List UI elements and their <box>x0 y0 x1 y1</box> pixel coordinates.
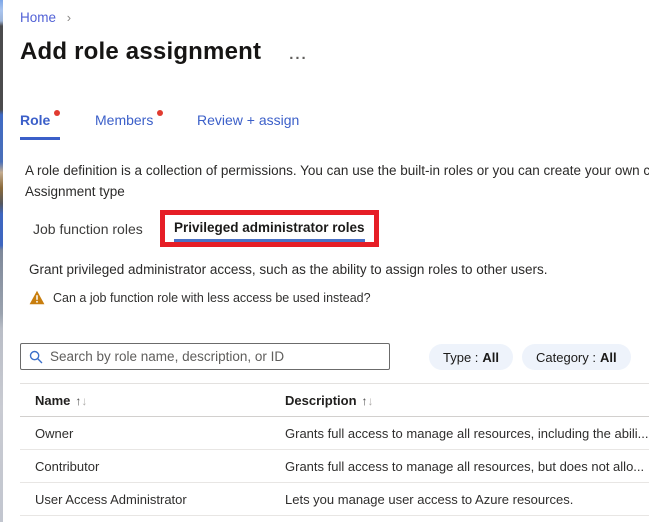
tab-role[interactable]: Role <box>20 112 60 140</box>
breadcrumb-home-link[interactable]: Home <box>20 10 56 25</box>
page-title: Add role assignment <box>20 38 261 66</box>
role-description: Lets you manage user access to Azure res… <box>285 492 649 507</box>
role-name[interactable]: Owner <box>20 426 285 441</box>
tab-members[interactable]: Members <box>95 112 163 137</box>
column-description-label: Description <box>285 393 357 408</box>
search-input[interactable] <box>50 349 381 364</box>
subtab-job-function-roles[interactable]: Job function roles <box>33 221 143 237</box>
breadcrumb-separator-icon: › <box>67 10 71 25</box>
role-name[interactable]: Contributor <box>20 459 285 474</box>
column-header-description[interactable]: Description ↑↓ <box>285 393 649 408</box>
filter-category[interactable]: Category : All <box>522 344 631 370</box>
intro-block: A role definition is a collection of per… <box>25 160 649 202</box>
role-search-box[interactable] <box>20 343 390 370</box>
breadcrumb: Home › <box>20 10 71 25</box>
table-row-owner[interactable]: Owner Grants full access to manage all r… <box>20 417 649 450</box>
roles-table-header: Name ↑↓ Description ↑↓ <box>20 383 649 417</box>
assignment-type-label: Assignment type <box>25 181 649 202</box>
column-name-label: Name <box>35 393 70 408</box>
table-row-user-access-administrator[interactable]: User Access Administrator Lets you manag… <box>20 483 649 516</box>
left-edge-artifact <box>0 0 3 522</box>
column-header-name[interactable]: Name ↑↓ <box>20 393 285 408</box>
filter-category-value: All <box>600 350 617 365</box>
tab-review-assign-label: Review + assign <box>197 112 299 128</box>
sort-arrows-icon: ↑↓ <box>362 394 374 408</box>
warning-text: Can a job function role with less access… <box>53 291 371 305</box>
role-definition-description: A role definition is a collection of per… <box>25 160 649 181</box>
filter-type-value: All <box>482 350 499 365</box>
wizard-tabs: Role Members Review + assign <box>0 112 649 142</box>
add-role-assignment-page: Home › Add role assignment ... Role Memb… <box>0 0 649 522</box>
privileged-access-note: Grant privileged administrator access, s… <box>29 262 548 277</box>
tab-role-label: Role <box>20 112 50 128</box>
required-dot-icon <box>157 110 163 116</box>
tab-review-assign[interactable]: Review + assign <box>197 112 299 137</box>
search-icon <box>29 350 43 364</box>
tab-members-label: Members <box>95 112 153 128</box>
more-options-button[interactable]: ... <box>289 50 308 60</box>
role-description: Grants full access to manage all resourc… <box>285 459 649 474</box>
required-dot-icon <box>54 110 60 116</box>
warning-banner: Can a job function role with less access… <box>29 290 371 305</box>
role-description: Grants full access to manage all resourc… <box>285 426 649 441</box>
role-name[interactable]: User Access Administrator <box>20 492 285 507</box>
subtab-privileged-administrator-roles[interactable]: Privileged administrator roles <box>174 220 365 242</box>
sort-arrows-icon: ↑↓ <box>75 394 87 408</box>
filter-category-label: Category : <box>536 350 596 365</box>
warning-triangle-icon <box>29 290 45 305</box>
red-annotation-box: Privileged administrator roles <box>160 210 379 247</box>
title-row: Add role assignment ... <box>20 38 308 66</box>
table-row-contributor[interactable]: Contributor Grants full access to manage… <box>20 450 649 483</box>
roles-table: Name ↑↓ Description ↑↓ Owner Grants full a… <box>20 383 649 516</box>
filter-type[interactable]: Type : All <box>429 344 513 370</box>
filter-type-label: Type : <box>443 350 478 365</box>
